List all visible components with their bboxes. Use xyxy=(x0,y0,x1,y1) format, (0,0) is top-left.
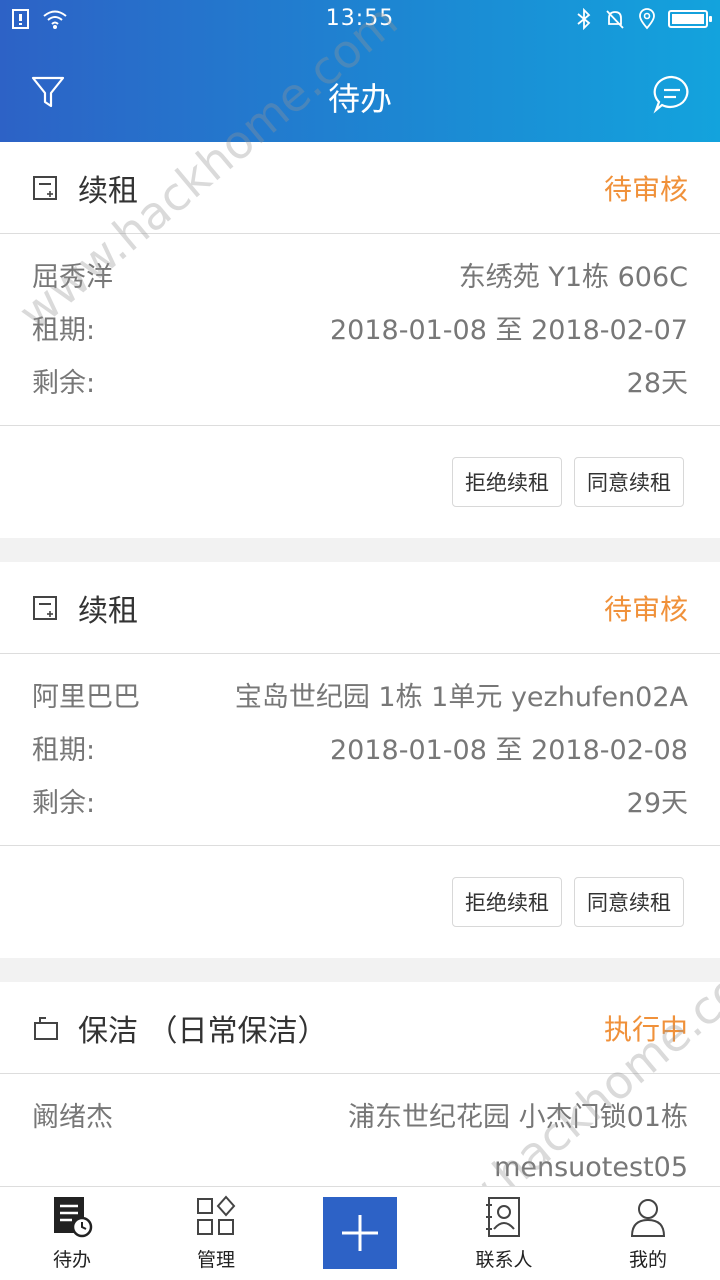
tab-label: 管理 xyxy=(196,1249,235,1271)
card-title: 续租 xyxy=(78,593,138,629)
status-badge: 待审核 xyxy=(603,172,688,206)
tab-mine[interactable]: 我的 xyxy=(576,1187,720,1280)
card-header: 保洁 （日常保洁） 执行中 xyxy=(0,982,720,1074)
address: 宝岛世纪园 1栋 1单元 yezhufen02A xyxy=(234,682,688,713)
card-body: 阚绪杰 浦东世纪花园 小杰门锁01栋 mensuotest05 xyxy=(0,1074,720,1186)
tenant-row: 阿里巴巴 宝岛世纪园 1栋 1单元 yezhufen02A xyxy=(32,668,688,721)
tab-add[interactable] xyxy=(288,1187,432,1280)
mute-bell-icon xyxy=(606,10,624,29)
tab-todo[interactable]: 待办 xyxy=(0,1187,144,1280)
page-title: 待办 xyxy=(327,80,392,118)
address-row-2: mensuotest05 xyxy=(32,1141,688,1186)
status-bar: 13:55 xyxy=(0,0,720,40)
tenant-row: 阚绪杰 浦东世纪花园 小杰门锁01栋 xyxy=(32,1088,688,1141)
message-button[interactable] xyxy=(652,74,692,114)
tenant-name: 阚绪杰 xyxy=(32,1102,113,1133)
plus-icon xyxy=(342,1215,378,1251)
todo-list[interactable]: 续租 待审核 屈秀洋 东绣苑 Y1栋 606C 租期: 2018-01-08 至… xyxy=(0,142,720,1186)
person-icon xyxy=(630,1199,666,1237)
todo-card[interactable]: 续租 待审核 阿里巴巴 宝岛世纪园 1栋 1单元 yezhufen02A 租期:… xyxy=(0,562,720,958)
tenant-name: 屈秀洋 xyxy=(32,262,113,293)
tab-label: 待办 xyxy=(52,1249,91,1271)
agree-renewal-button[interactable]: 同意续租 xyxy=(574,457,684,507)
tenant-row: 屈秀洋 东绣苑 Y1栋 606C xyxy=(32,248,688,301)
period-row: 租期: 2018-01-08 至 2018-02-07 xyxy=(32,301,688,354)
address: 浦东世纪花园 小杰门锁01栋 xyxy=(348,1102,688,1133)
location-icon xyxy=(639,8,655,30)
period-label: 租期: xyxy=(32,735,96,766)
app-header: 13:55 待办 xyxy=(0,0,720,142)
remaining-row: 剩余: 29天 xyxy=(32,774,688,827)
battery-icon xyxy=(668,10,712,28)
agree-renewal-button[interactable]: 同意续租 xyxy=(574,877,684,927)
bottom-tab-bar: 待办 管理 联系人 我的 xyxy=(0,1186,720,1280)
card-body: 屈秀洋 东绣苑 Y1栋 606C 租期: 2018-01-08 至 2018-0… xyxy=(0,234,720,426)
chat-bubble-icon xyxy=(653,75,689,114)
todo-card[interactable]: 保洁 （日常保洁） 执行中 阚绪杰 浦东世纪花园 小杰门锁01栋 mensuot… xyxy=(0,982,720,1186)
period-value: 2018-01-08 至 2018-02-08 xyxy=(330,735,688,766)
address: 东绣苑 Y1栋 606C xyxy=(458,262,688,293)
grid-icon xyxy=(197,1195,236,1235)
renewal-doc-icon xyxy=(33,175,57,200)
card-header: 续租 待审核 xyxy=(0,562,720,654)
card-actions: 拒绝续租 同意续租 xyxy=(0,426,720,538)
todo-icon xyxy=(54,1197,93,1238)
card-actions: 拒绝续租 同意续租 xyxy=(0,846,720,958)
reject-renewal-button[interactable]: 拒绝续租 xyxy=(452,877,562,927)
bluetooth-icon xyxy=(577,8,591,30)
card-title: 保洁 （日常保洁） xyxy=(78,1013,328,1049)
card-title: 续租 xyxy=(78,173,138,209)
card-body: 阿里巴巴 宝岛世纪园 1栋 1单元 yezhufen02A 租期: 2018-0… xyxy=(0,654,720,846)
remaining-value: 28天 xyxy=(626,368,688,399)
status-right-icons xyxy=(576,8,712,30)
reject-renewal-button[interactable]: 拒绝续租 xyxy=(452,457,562,507)
card-header: 续租 待审核 xyxy=(0,142,720,234)
cleaning-bag-icon xyxy=(34,1016,58,1040)
tab-label: 我的 xyxy=(628,1249,667,1271)
remaining-label: 剩余: xyxy=(32,368,96,399)
tenant-name: 阿里巴巴 xyxy=(32,682,140,713)
period-label: 租期: xyxy=(32,315,96,346)
add-button[interactable] xyxy=(323,1197,397,1269)
period-value: 2018-01-08 至 2018-02-07 xyxy=(330,315,688,346)
tab-contacts[interactable]: 联系人 xyxy=(432,1187,576,1280)
remaining-label: 剩余: xyxy=(32,788,96,819)
remaining-value: 29天 xyxy=(626,788,688,819)
status-badge: 待审核 xyxy=(603,592,688,626)
period-row: 租期: 2018-01-08 至 2018-02-08 xyxy=(32,721,688,774)
todo-card[interactable]: 续租 待审核 屈秀洋 东绣苑 Y1栋 606C 租期: 2018-01-08 至… xyxy=(0,142,720,538)
contacts-icon xyxy=(486,1197,520,1237)
status-badge: 执行中 xyxy=(603,1012,688,1046)
address-line-2: mensuotest05 xyxy=(494,1152,688,1183)
tab-label: 联系人 xyxy=(475,1249,533,1271)
renewal-doc-icon xyxy=(33,595,57,620)
tab-manage[interactable]: 管理 xyxy=(144,1187,288,1280)
remaining-row: 剩余: 28天 xyxy=(32,354,688,407)
